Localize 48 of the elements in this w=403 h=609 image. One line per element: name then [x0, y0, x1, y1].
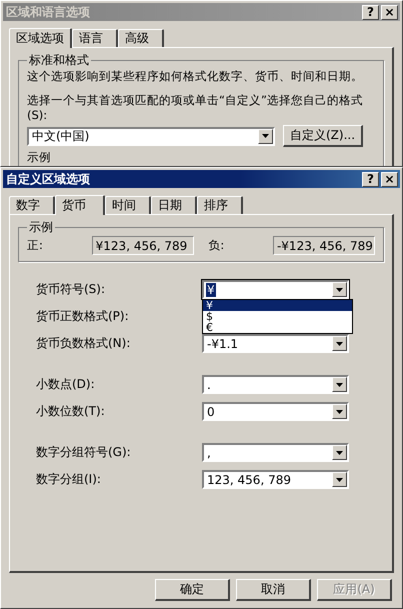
field-label: 小数点(D):	[36, 376, 96, 393]
caret-icon	[336, 342, 343, 346]
prompt-text: 选择一个与其首选项匹配的项或单击“自定义”选择您自己的格式(S):	[27, 93, 364, 122]
tab[interactable]: 高级	[118, 29, 164, 47]
positive-label: 正:	[27, 238, 44, 253]
negative-sample: -¥123, 456, 789	[272, 236, 375, 255]
field-label: 小数位数(T):	[36, 403, 106, 420]
negative-label: 负:	[208, 238, 226, 253]
help-button[interactable]: ?	[362, 4, 379, 20]
close-button[interactable]: ×	[381, 4, 398, 20]
dialog-button[interactable]: 取消	[236, 579, 311, 601]
dropdown-field[interactable]: 0	[202, 402, 349, 421]
tab[interactable]: 时间	[105, 196, 151, 214]
customize-button[interactable]: 自定义(Z)...	[283, 125, 364, 147]
description-text: 这个选项影响到某些程序如何格式化数字、货币、时间和日期。	[27, 69, 364, 84]
tab[interactable]: 语言	[72, 29, 118, 47]
window-title: 区域和语言选项	[6, 4, 90, 20]
field-label: 货币符号(S):	[36, 281, 106, 298]
positive-sample: ¥123, 456, 789	[92, 236, 194, 255]
caret-icon	[336, 288, 343, 292]
format-dropdown[interactable]: 中文(中国)	[27, 126, 275, 146]
field-label: 货币正数格式(P):	[36, 308, 130, 325]
dropdown-field[interactable]: ¥	[202, 280, 349, 299]
help-button[interactable]: ?	[362, 172, 379, 186]
dropdown-field[interactable]: 123, 456, 789	[202, 470, 349, 489]
sample-label: 示例	[27, 150, 52, 165]
field-label: 货币负数格式(N):	[36, 335, 132, 352]
dropdown-option[interactable]: ¥	[203, 300, 352, 311]
caret-icon	[336, 450, 343, 454]
dropdown-field[interactable]: .	[202, 375, 349, 394]
dialog-button[interactable]: 确定	[155, 579, 230, 601]
window-title: 自定义区域选项	[6, 170, 90, 188]
caret-icon	[336, 478, 343, 482]
tab[interactable]: 排序	[197, 196, 243, 214]
field-label: 数字分组符号(G):	[36, 444, 132, 461]
close-button[interactable]: ×	[381, 172, 398, 186]
group-title: 示例	[28, 219, 54, 236]
caret-icon	[336, 410, 343, 414]
tab[interactable]: 日期	[151, 196, 197, 214]
tab[interactable]: 货币	[55, 195, 105, 215]
caret-icon	[336, 382, 343, 386]
tab[interactable]: 区域选项	[9, 28, 72, 48]
group-title: 标准和格式	[28, 52, 90, 69]
tab[interactable]: 数字	[9, 196, 55, 214]
field-label: 数字分组(I):	[36, 471, 102, 488]
dropdown-field[interactable]: -¥1.1	[202, 334, 349, 353]
dropdown-field[interactable]: ,	[202, 443, 349, 462]
caret-icon	[262, 134, 269, 138]
